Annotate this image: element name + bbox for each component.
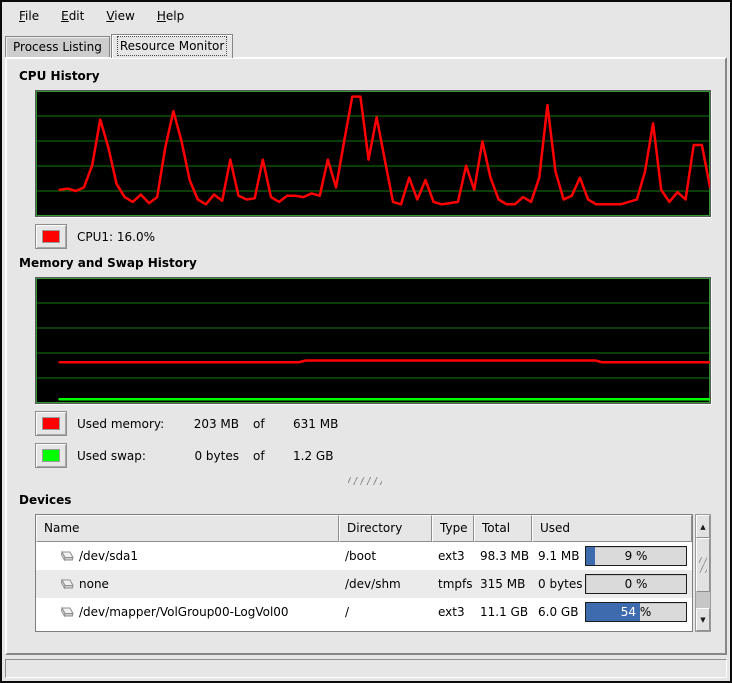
device-type: ext3	[432, 605, 474, 619]
device-name: /dev/mapper/VolGroup00-LogVol00	[79, 605, 289, 619]
cpu-history-graph	[35, 90, 711, 217]
menu-view-rest: iew	[114, 9, 135, 23]
scrollbar-trough[interactable]	[696, 592, 710, 608]
table-row[interactable]: none /dev/shm tmpfs 315 MB 0 bytes 0 % 0…	[36, 570, 692, 598]
memory-legend-label: Used memory:	[77, 417, 177, 431]
devices-table-header: Name Directory Type Total Used	[36, 515, 692, 542]
swap-color-swatch	[42, 449, 60, 462]
tab-resource-monitor[interactable]: Resource Monitor	[111, 34, 233, 58]
scrollbar-thumb[interactable]	[696, 538, 710, 592]
tab-process-listing[interactable]: Process Listing	[5, 36, 110, 57]
menu-help-rest: elp	[166, 9, 184, 23]
menu-edit[interactable]: Edit	[50, 4, 95, 28]
menu-file-rest: ile	[25, 9, 39, 23]
device-total: 11.1 GB	[474, 605, 532, 619]
menu-help-mnemonic: H	[157, 9, 166, 23]
column-header-name[interactable]: Name	[36, 515, 339, 542]
usage-progress-fill: 54 %	[586, 603, 640, 621]
device-directory: /dev/shm	[339, 577, 432, 591]
usage-progress-bar: 54 % 54 %	[585, 602, 687, 622]
scroll-up-button[interactable]: ▲	[696, 515, 710, 538]
memory-color-swatch	[42, 417, 60, 430]
memory-history-title: Memory and Swap History	[19, 256, 715, 270]
swap-legend: Used swap: 0 bytes of 1.2 GB	[35, 443, 715, 468]
memory-color-button[interactable]	[35, 411, 67, 436]
column-header-used[interactable]: Used	[532, 515, 692, 542]
device-directory: /boot	[339, 549, 432, 563]
cpu-legend-label: CPU1: 16.0%	[77, 230, 155, 244]
device-type: tmpfs	[432, 577, 474, 591]
paned-grip-icon	[348, 477, 382, 485]
devices-table: Name Directory Type Total Used /dev/sd	[35, 514, 693, 632]
memory-used-value: 203 MB	[191, 417, 239, 431]
cpu-color-button[interactable]	[35, 224, 67, 249]
device-directory: /	[339, 605, 432, 619]
disk-icon	[56, 606, 74, 619]
usage-progress-fill: 9 %	[586, 547, 595, 565]
device-used: 0 bytes	[538, 577, 583, 591]
cpu-color-swatch	[42, 230, 60, 243]
device-total: 98.3 MB	[474, 549, 532, 563]
device-type: ext3	[432, 549, 474, 563]
arrow-up-icon: ▲	[700, 523, 705, 531]
table-row[interactable]: /dev/sda1 /boot ext3 98.3 MB 9.1 MB 9 % …	[36, 542, 692, 570]
usage-progress-bar: 0 % 0 %	[585, 574, 687, 594]
tab-bar: Process Listing Resource Monitor	[2, 30, 730, 57]
device-name: none	[79, 577, 109, 591]
cpu-history-plot	[36, 91, 710, 216]
menu-file[interactable]: File	[8, 4, 50, 28]
paned-separator[interactable]	[15, 475, 715, 487]
swap-of-label: of	[253, 449, 279, 463]
arrow-down-icon: ▼	[700, 616, 705, 624]
disk-icon	[56, 550, 74, 563]
device-used: 9.1 MB	[538, 549, 579, 563]
swap-legend-label: Used swap:	[77, 449, 177, 463]
column-header-type[interactable]: Type	[432, 515, 474, 542]
cpu-legend: CPU1: 16.0%	[35, 224, 715, 249]
statusbar	[5, 659, 727, 678]
table-row[interactable]: /dev/mapper/VolGroup00-LogVol00 / ext3 1…	[36, 598, 692, 626]
devices-table-wrap: Name Directory Type Total Used /dev/sd	[35, 514, 711, 632]
menu-help[interactable]: Help	[146, 4, 195, 28]
usage-percent-label: 9 %	[586, 547, 686, 565]
menu-edit-mnemonic: E	[61, 9, 69, 23]
swap-total-value: 1.2 GB	[293, 449, 353, 463]
scroll-down-button[interactable]: ▼	[696, 608, 710, 631]
memory-of-label: of	[253, 417, 279, 431]
cpu-history-title: CPU History	[19, 69, 715, 83]
device-total: 315 MB	[474, 577, 532, 591]
tab-process-listing-label: Process Listing	[13, 40, 102, 54]
tab-resource-monitor-label: Resource Monitor	[120, 39, 224, 53]
swap-color-button[interactable]	[35, 443, 67, 468]
system-monitor-window: File Edit View Help Process Listing Reso…	[0, 0, 732, 683]
usage-percent-label: 0 %	[586, 575, 686, 593]
device-name: /dev/sda1	[79, 549, 138, 563]
devices-scrollbar[interactable]: ▲ ▼	[695, 514, 711, 632]
memory-history-graph	[35, 277, 711, 404]
usage-percent-label-inverse: 54 %	[586, 603, 640, 621]
column-header-total[interactable]: Total	[474, 515, 532, 542]
disk-icon	[56, 578, 74, 591]
usage-percent-label-inverse: 9 %	[586, 547, 595, 565]
menu-edit-rest: dit	[69, 9, 85, 23]
devices-title: Devices	[19, 493, 715, 507]
resource-monitor-page: CPU History CPU1: 16.0% Memory and Swap …	[5, 57, 727, 655]
device-used: 6.0 GB	[538, 605, 578, 619]
swap-used-value: 0 bytes	[191, 449, 239, 463]
memory-history-plot	[36, 278, 710, 403]
menubar: File Edit View Help	[2, 2, 730, 30]
menu-view[interactable]: View	[95, 4, 145, 28]
scrollbar-grip-icon	[699, 557, 707, 573]
column-header-directory[interactable]: Directory	[339, 515, 432, 542]
usage-progress-bar: 9 % 9 %	[585, 546, 687, 566]
memory-total-value: 631 MB	[293, 417, 353, 431]
memory-legend: Used memory: 203 MB of 631 MB	[35, 411, 715, 436]
